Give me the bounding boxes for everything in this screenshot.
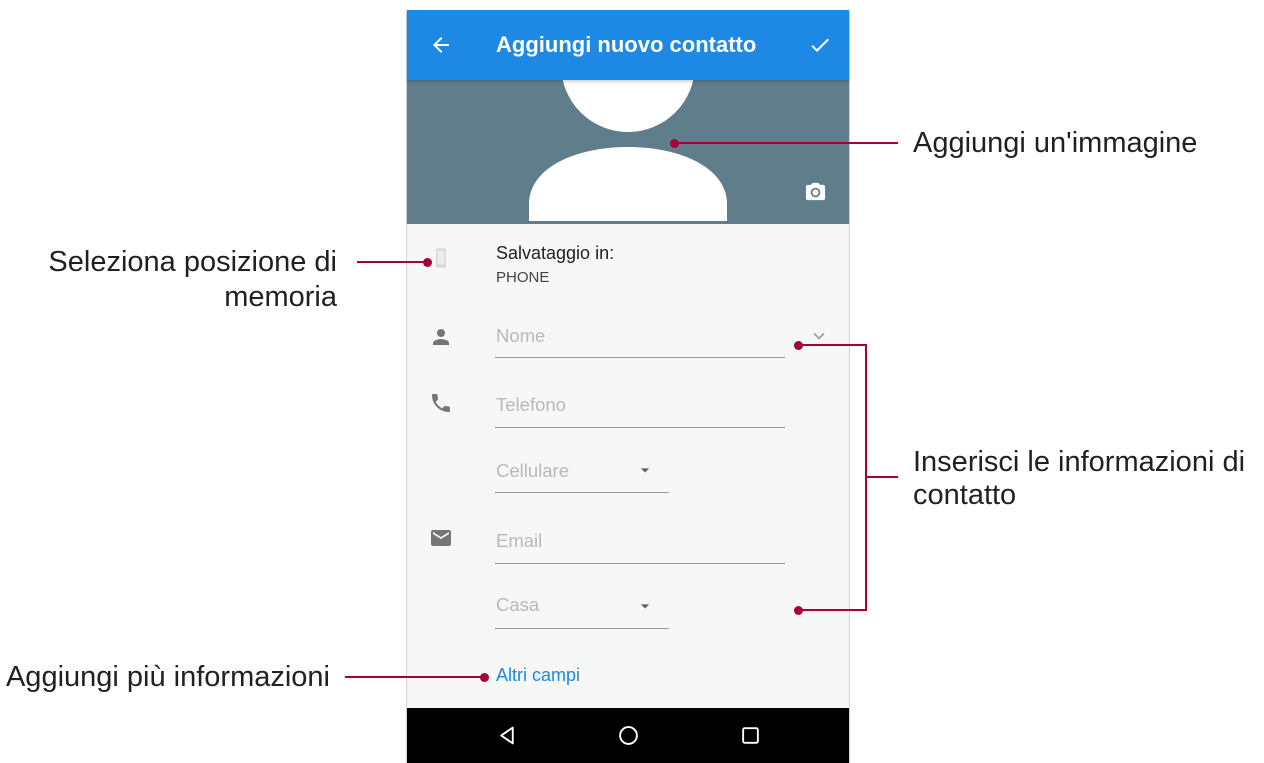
- phone-field[interactable]: Telefono: [495, 385, 785, 428]
- check-icon[interactable]: [808, 33, 832, 57]
- more-fields-link[interactable]: Altri campi: [496, 664, 580, 686]
- storage-label: Salvataggio in:: [496, 243, 615, 263]
- arrow-back-icon[interactable]: [429, 33, 453, 57]
- contact-photo-area[interactable]: [407, 80, 849, 224]
- annotation-storage-line-1: Seleziona posizione di: [48, 246, 337, 278]
- nav-recents-icon[interactable]: [740, 725, 761, 746]
- phone-type-dropdown[interactable]: Cellulare: [495, 451, 669, 493]
- phone-icon: [429, 391, 453, 415]
- email-placeholder: Email: [496, 530, 543, 551]
- page-title: Aggiungi nuovo contatto: [496, 32, 757, 57]
- name-placeholder: Nome: [496, 325, 546, 346]
- email-type-dropdown[interactable]: Casa: [495, 585, 669, 629]
- navigation-bar: [407, 708, 849, 763]
- annotation-storage-leader: [357, 261, 427, 263]
- annotation-contact-dot-top: [794, 341, 803, 350]
- email-icon: [429, 526, 453, 550]
- annotation-contact-bracket-bottom: [798, 609, 867, 611]
- annotation-contact-line-2: contatto: [913, 479, 1017, 511]
- annotation-more-info-leader: [345, 676, 484, 678]
- manual-illustration: Aggiungi nuovo contatto Salvataggio in: …: [0, 0, 1264, 763]
- phone-placeholder: Telefono: [496, 394, 566, 415]
- email-field[interactable]: Email: [495, 521, 785, 564]
- name-row: Nome: [407, 316, 849, 358]
- annotation-storage-line-2: memoria: [224, 281, 337, 313]
- app-bar: Aggiungi nuovo contatto: [407, 10, 849, 80]
- contact-form: Salvataggio in: PHONE Nome Telefono Cell…: [407, 224, 849, 708]
- email-type-value: Casa: [496, 594, 540, 615]
- person-silhouette-icon: [529, 80, 727, 221]
- email-type-row: Casa: [407, 585, 849, 629]
- nav-back-icon[interactable]: [497, 725, 518, 746]
- camera-icon[interactable]: [804, 181, 827, 204]
- dropdown-arrow-icon: [635, 460, 655, 480]
- dropdown-arrow-icon: [635, 596, 655, 616]
- annotation-contact-leader: [866, 476, 898, 478]
- phone-type-value: Cellulare: [496, 460, 570, 481]
- smartphone-icon: [430, 247, 452, 269]
- phone-row: Telefono: [407, 385, 849, 428]
- annotation-storage-dot: [423, 258, 432, 267]
- annotation-more-info-dot: [480, 673, 489, 682]
- person-icon: [429, 325, 453, 349]
- phone-type-row: Cellulare: [407, 451, 849, 493]
- storage-value: PHONE: [496, 269, 550, 286]
- annotation-storage-label: Seleziona posizione di memoria: [48, 245, 337, 315]
- annotation-add-image-leader: [674, 142, 898, 144]
- annotation-add-image-dot: [670, 139, 679, 148]
- annotation-contact-label: Inserisci le informazioni di contatto: [913, 446, 1245, 512]
- phone-screen: Aggiungi nuovo contatto Salvataggio in: …: [406, 10, 850, 763]
- annotation-more-info-label: Aggiungi più informazioni: [5, 661, 330, 693]
- annotation-add-image-label: Aggiungi un'immagine: [913, 127, 1198, 159]
- name-field[interactable]: Nome: [495, 316, 785, 358]
- annotation-contact-bracket-top: [798, 344, 867, 346]
- annotation-contact-line-1: Inserisci le informazioni di: [913, 446, 1246, 478]
- annotation-contact-dot-bottom: [794, 606, 803, 615]
- nav-home-icon[interactable]: [618, 725, 639, 746]
- email-row: Email: [407, 521, 849, 564]
- storage-location-selector[interactable]: Salvataggio in: PHONE: [407, 224, 849, 296]
